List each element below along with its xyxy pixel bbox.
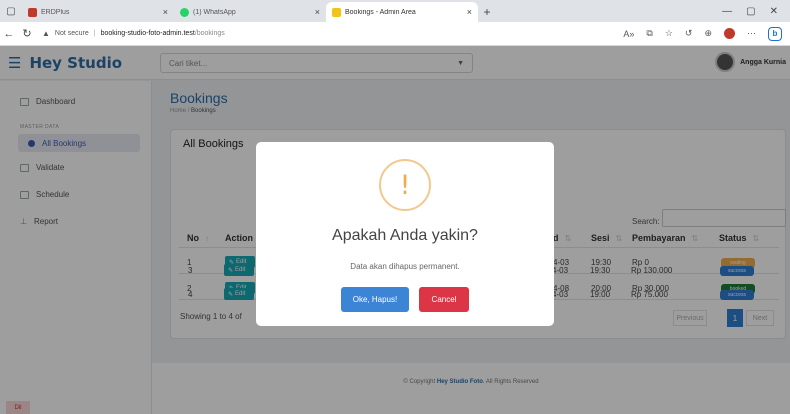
bing-icon[interactable]: b [768,26,782,41]
security-label: Not secure [54,30,89,37]
extension-icon[interactable]: ⧉ [646,28,652,39]
warning-icon: ▲ [42,29,50,38]
confirm-delete-button[interactable]: Oke, Hapus! [341,287,409,312]
url-separator: | [93,30,96,37]
tab-title: (1) WhatsApp [193,8,236,16]
confirm-delete-dialog: ! Apakah Anda yakin? Data akan dihapus p… [256,142,554,326]
url-field[interactable]: ▲ Not secure | booking-studio-foto-admin… [42,29,623,38]
cancel-button[interactable]: Cancel [419,287,469,312]
maximize-icon[interactable]: ▢ [746,6,755,17]
dialog-message: Data akan dihapus permanent. [350,262,460,271]
close-window-icon[interactable]: ✕ [770,6,778,17]
browser-tab-erdplus[interactable]: ERDPlus × [22,2,174,22]
back-icon[interactable]: ← [0,28,18,40]
bookings-favicon-icon [332,7,341,17]
address-bar: ← ↻ ▲ Not secure | booking-studio-foto-a… [0,22,790,46]
warning-icon: ! [379,159,431,211]
browser-tab-bar: ▢ ERDPlus × (1) WhatsApp × Bookings - Ad… [0,0,790,22]
tab-actions-icon[interactable]: ▢ [0,0,22,22]
browser-tab-bookings[interactable]: Bookings - Admin Area × [326,2,478,22]
close-icon[interactable]: × [467,7,472,17]
tab-title: Bookings - Admin Area [345,8,416,16]
browser-tab-whatsapp[interactable]: (1) WhatsApp × [174,2,326,22]
minimize-icon[interactable]: — [722,6,732,17]
dialog-title: Apakah Anda yakin? [332,227,478,244]
tab-title: ERDPlus [41,8,70,16]
refresh-page-icon[interactable]: ↺ [685,28,693,39]
erdplus-favicon-icon [28,7,37,17]
read-aloud-icon[interactable]: A» [623,29,634,39]
url-path: /bookings [194,30,225,37]
new-tab-button[interactable]: + [478,2,496,22]
browser-toolbar: A» ⧉ ☆ ↺ ⊕ ⋯ b [623,26,790,41]
collections-icon[interactable]: ⊕ [704,28,712,39]
profile-extension-icon[interactable] [724,28,735,39]
favorites-icon[interactable]: ☆ [665,28,673,39]
close-icon[interactable]: × [163,7,168,17]
more-icon[interactable]: ⋯ [747,28,756,39]
close-icon[interactable]: × [315,7,320,17]
window-controls: — ▢ ✕ [710,0,790,22]
refresh-icon[interactable]: ↻ [18,27,36,40]
whatsapp-favicon-icon [180,7,189,17]
url-host: booking-studio-foto-admin.test [100,30,195,37]
